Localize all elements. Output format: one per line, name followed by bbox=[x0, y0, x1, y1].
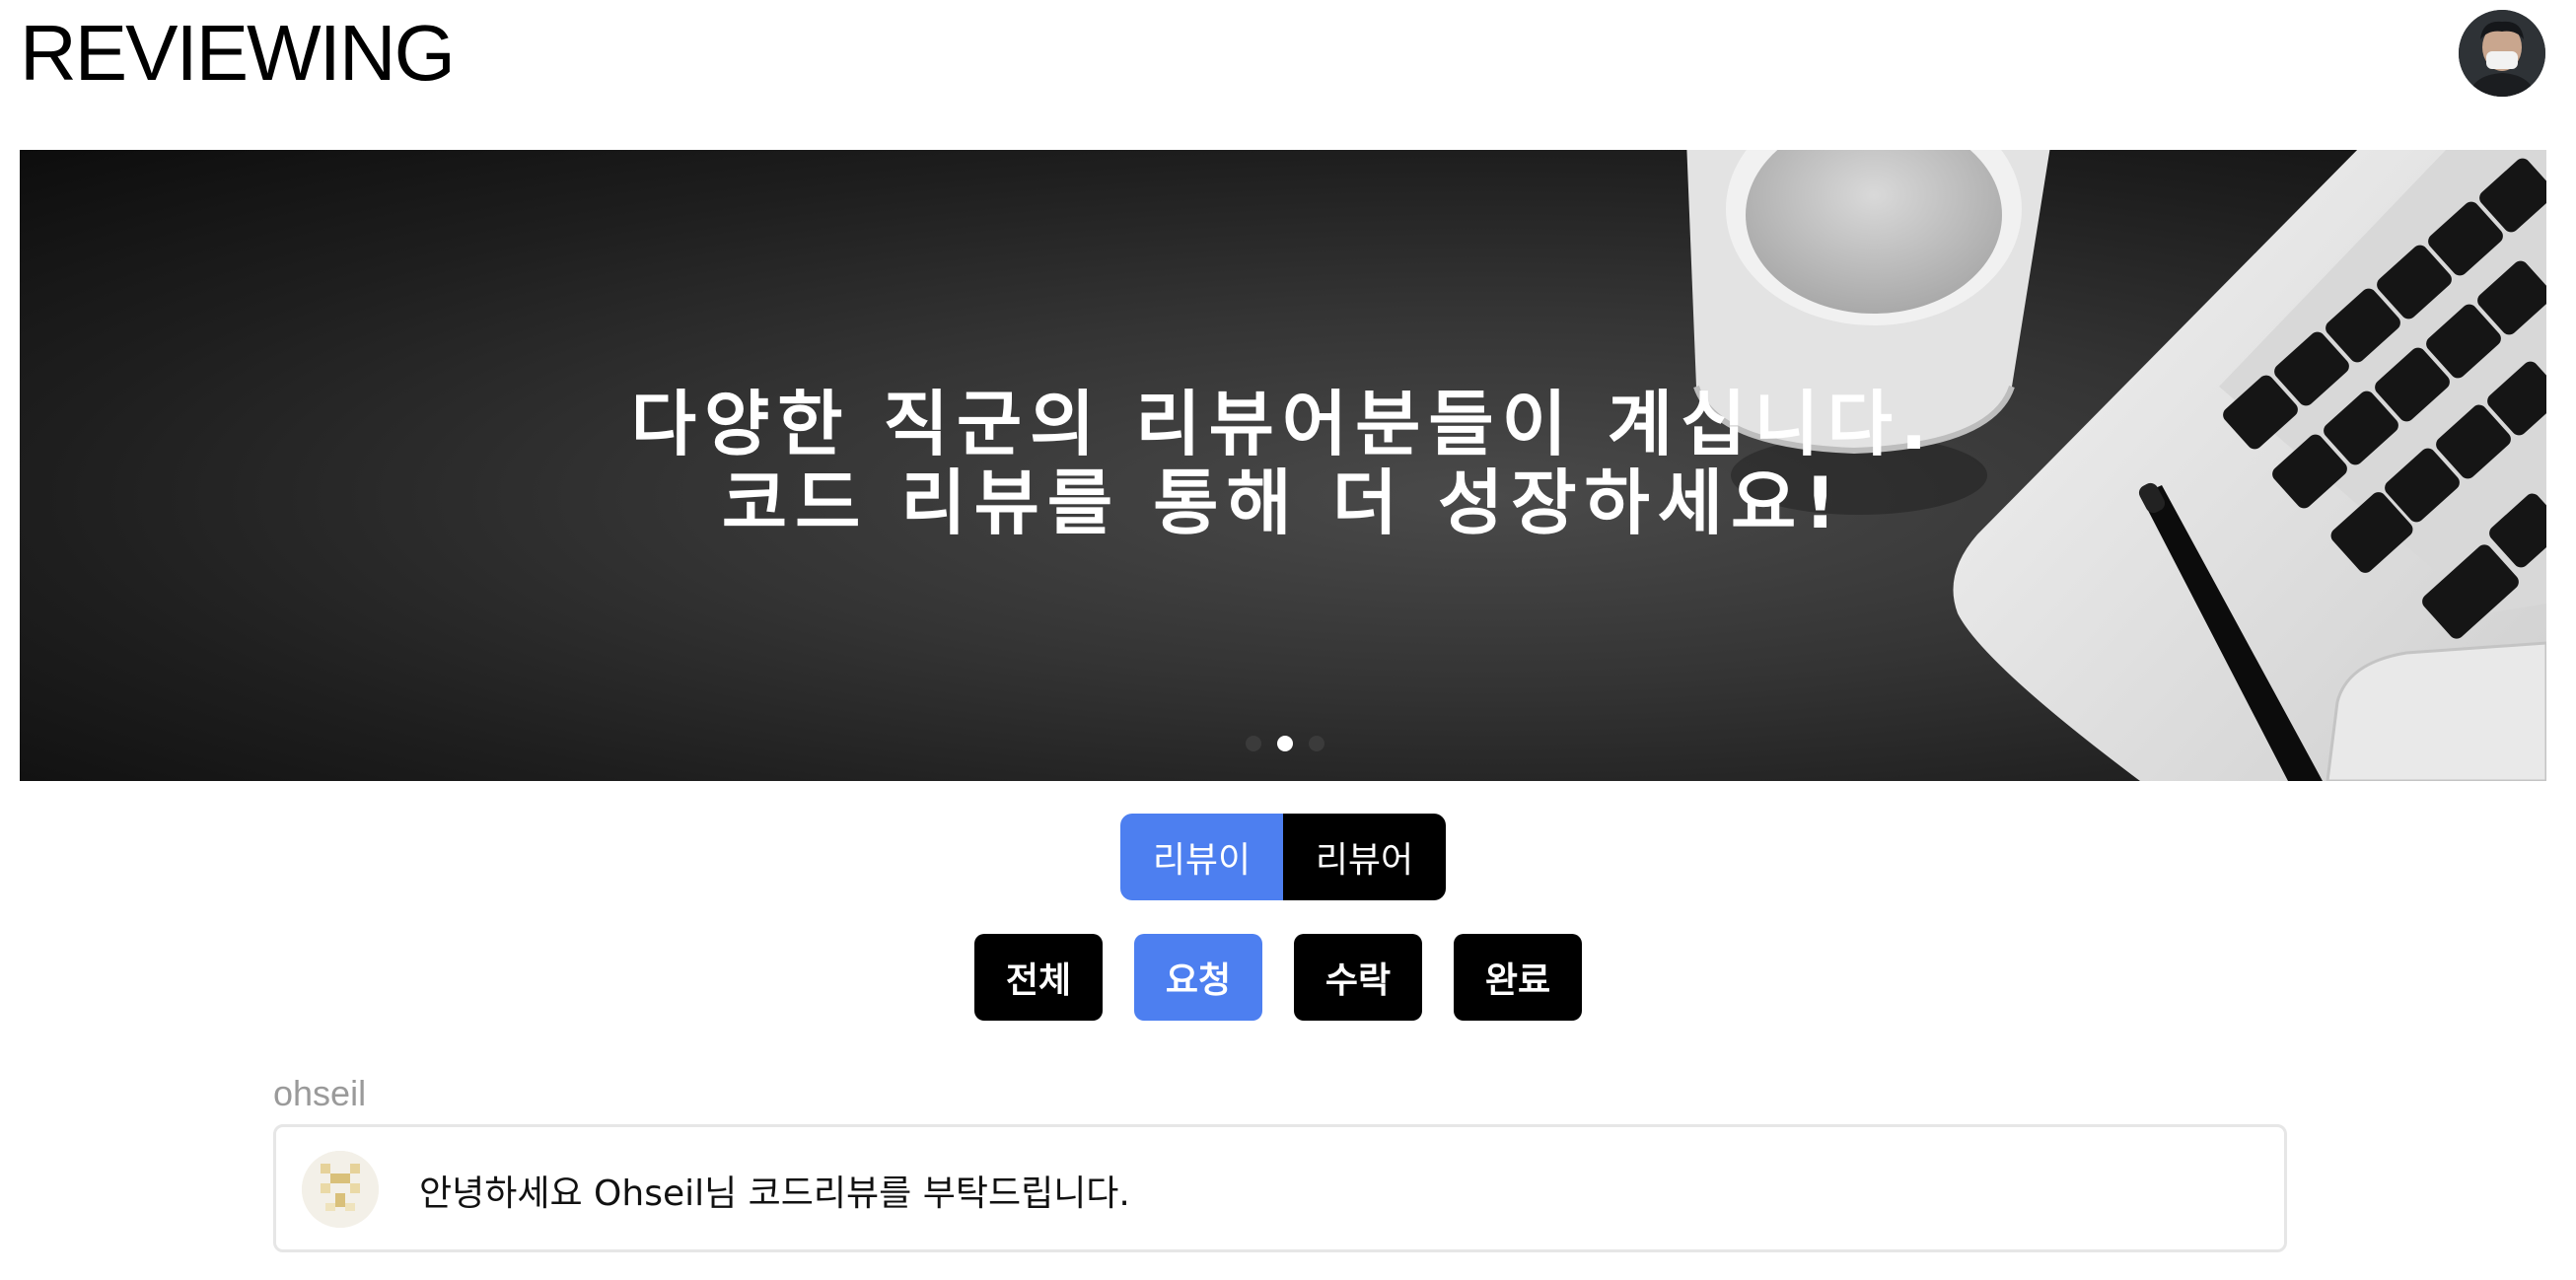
carousel-dot-3[interactable] bbox=[1309, 736, 1324, 751]
identicon-avatar-icon bbox=[302, 1151, 379, 1228]
role-toggle-reviewer[interactable]: 리뷰어 bbox=[1283, 814, 1446, 900]
review-group-username: ohseil bbox=[273, 1073, 367, 1113]
filter-completed-button[interactable]: 완료 bbox=[1454, 934, 1582, 1021]
app-logo[interactable]: REVIEWING bbox=[20, 10, 456, 97]
profile-avatar[interactable] bbox=[2459, 10, 2545, 97]
filter-accepted-button[interactable]: 수락 bbox=[1294, 934, 1422, 1021]
hero-banner: 다양한 직군의 리뷰어분들이 계십니다. 코드 리뷰를 통해 더 성장하세요! bbox=[20, 150, 2546, 781]
banner-headline-line1: 다양한 직군의 리뷰어분들이 계십니다. bbox=[630, 383, 1936, 465]
filter-all-button[interactable]: 전체 bbox=[974, 934, 1103, 1021]
role-toggle-reviewee[interactable]: 리뷰이 bbox=[1120, 814, 1283, 900]
requester-avatar bbox=[302, 1151, 379, 1228]
role-toggle: 리뷰이 리뷰어 bbox=[1120, 814, 1446, 900]
banner-headline-line2: 코드 리뷰를 통해 더 성장하세요! bbox=[721, 462, 1845, 544]
carousel-dot-1[interactable] bbox=[1246, 736, 1261, 751]
carousel-dot-2-active[interactable] bbox=[1277, 736, 1293, 751]
review-request-message: 안녕하세요 Ohseil님 코드리뷰를 부탁드립니다. bbox=[419, 1173, 1130, 1214]
user-avatar-icon bbox=[2459, 10, 2545, 97]
review-request-card[interactable]: 안녕하세요 Ohseil님 코드리뷰를 부탁드립니다. bbox=[273, 1124, 2287, 1252]
filter-requested-button[interactable]: 요청 bbox=[1134, 934, 1262, 1021]
